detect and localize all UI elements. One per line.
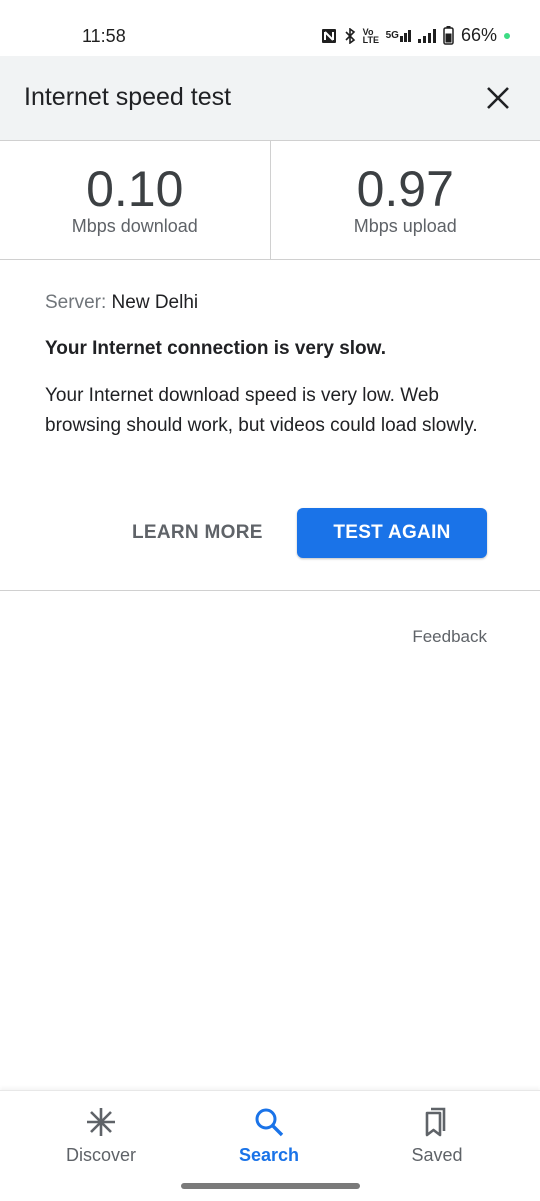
network-type-label: 5G: [386, 30, 399, 41]
speed-results: 0.10 Mbps download 0.97 Mbps upload: [0, 141, 540, 260]
divider: [0, 590, 540, 591]
connection-verdict: Your Internet connection is very slow.: [45, 338, 495, 360]
close-button[interactable]: [484, 84, 512, 112]
bluetooth-icon: [344, 28, 356, 44]
nav-item-discover[interactable]: Discover: [41, 1105, 161, 1166]
signal-icon: [418, 28, 436, 43]
search-icon: [252, 1105, 286, 1139]
nav-label-saved: Saved: [377, 1145, 497, 1166]
upload-value: 0.97: [271, 163, 540, 215]
discover-asterisk-icon: [84, 1105, 118, 1139]
server-value: New Delhi: [112, 292, 199, 313]
nfc-icon: [321, 28, 337, 44]
upload-result: 0.97 Mbps upload: [271, 141, 540, 259]
5g-signal-icon: 5G: [386, 30, 411, 42]
result-details: Server: New Delhi Your Internet connecti…: [45, 292, 495, 441]
actions: LEARN MORE TEST AGAIN: [0, 508, 540, 560]
connection-description: Your Internet download speed is very low…: [45, 381, 495, 441]
server-line: Server: New Delhi: [45, 292, 495, 314]
volte-icon: Vo LTE: [363, 28, 379, 44]
nav-label-discover: Discover: [41, 1145, 161, 1166]
feedback-link[interactable]: Feedback: [412, 627, 487, 647]
home-indicator[interactable]: [181, 1183, 360, 1189]
test-again-button[interactable]: TEST AGAIN: [297, 508, 487, 558]
upload-label: Mbps upload: [271, 216, 540, 237]
privacy-indicator-dot: [504, 33, 510, 39]
battery-icon: [443, 26, 454, 45]
status-bar: 11:58 Vo LTE 5G 66%: [0, 0, 540, 56]
learn-more-button[interactable]: LEARN MORE: [132, 522, 263, 544]
close-icon: [484, 84, 512, 112]
server-label: Server:: [45, 292, 106, 313]
header: Internet speed test: [0, 56, 540, 141]
download-label: Mbps download: [0, 216, 270, 237]
nav-item-search[interactable]: Search: [209, 1105, 329, 1166]
nav-item-saved[interactable]: Saved: [377, 1105, 497, 1166]
download-result: 0.10 Mbps download: [0, 141, 271, 259]
battery-percent: 66%: [461, 25, 497, 46]
bookmarks-icon: [420, 1105, 454, 1139]
download-value: 0.10: [0, 163, 270, 215]
status-time: 11:58: [82, 26, 126, 47]
page-title: Internet speed test: [24, 83, 231, 112]
nav-label-search: Search: [209, 1145, 329, 1166]
status-icons: Vo LTE 5G 66%: [321, 25, 510, 46]
